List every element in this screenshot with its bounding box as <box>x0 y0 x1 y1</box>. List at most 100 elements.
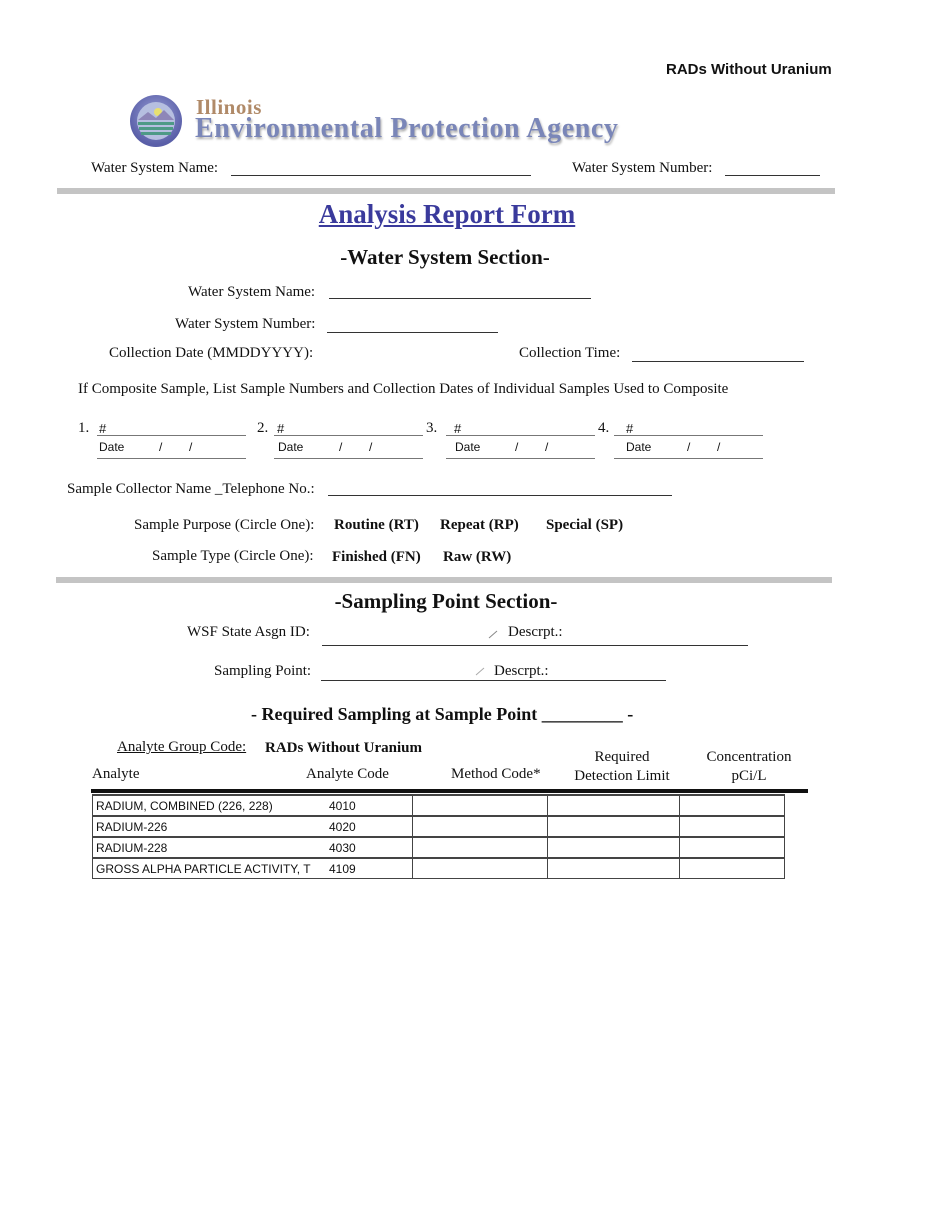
sample-number-field[interactable] <box>274 435 423 436</box>
column-header-analyte-code: Analyte Code <box>306 766 389 782</box>
column-header-concentration-l2: pCi/L <box>731 768 767 784</box>
collection-date-label: Collection Date (MMDDYYYY): <box>109 345 314 361</box>
method-code-cell[interactable] <box>412 836 548 859</box>
wsf-descrpt-label: Descrpt.: <box>508 624 563 640</box>
date-separator: / <box>159 440 163 454</box>
method-code-cell[interactable] <box>412 815 548 838</box>
section-divider <box>57 188 835 194</box>
date-separator: / <box>717 440 721 454</box>
method-code-cell[interactable] <box>412 794 548 817</box>
column-header-concentration-l1: Concentration <box>706 749 792 765</box>
column-header-analyte: Analyte <box>92 766 140 782</box>
composite-number: 4. <box>598 420 610 436</box>
composite-number: 3. <box>426 420 438 436</box>
sample-date-field[interactable] <box>274 458 423 459</box>
method-code-cell[interactable] <box>412 857 548 879</box>
date-separator: / <box>687 440 691 454</box>
collector-label: Sample Collector Name _Telephone No.: <box>67 481 315 497</box>
concentration-cell[interactable] <box>679 794 785 817</box>
collection-time-field[interactable] <box>632 361 804 362</box>
detection-limit-cell[interactable] <box>547 836 680 859</box>
slash-mark-icon <box>488 630 498 639</box>
analyte-table: RADIUM, COMBINED (226, 228) 4010 RADIUM-… <box>92 794 785 879</box>
sample-number-field[interactable] <box>97 435 246 436</box>
form-variant-title: RADs Without Uranium <box>666 61 832 78</box>
column-header-required-l2: Detection Limit <box>574 768 670 784</box>
purpose-option-special[interactable]: Special (SP) <box>546 517 623 534</box>
logo-agency-text: Environmental Protection Agency <box>195 113 619 144</box>
sample-type-label: Sample Type (Circle One): <box>152 548 314 564</box>
composite-number: 2. <box>257 420 269 436</box>
collector-field[interactable] <box>328 495 672 496</box>
table-row: GROSS ALPHA PARTICLE ACTIVITY, T 4109 <box>92 857 785 879</box>
water-system-number-field[interactable] <box>327 332 498 333</box>
table-header-rule <box>91 789 808 793</box>
sample-date-field[interactable] <box>97 458 246 459</box>
wsf-state-id-label: WSF State Asgn ID: <box>187 624 310 640</box>
sample-purpose-label: Sample Purpose (Circle One): <box>134 517 315 533</box>
date-label: Date <box>99 440 125 454</box>
purpose-option-repeat[interactable]: Repeat (RP) <box>440 517 519 534</box>
section-divider <box>56 577 832 583</box>
date-separator: / <box>189 440 193 454</box>
analyte-name: RADIUM, COMBINED (226, 228) <box>92 794 323 817</box>
header-water-system-number-field[interactable] <box>725 175 820 176</box>
sample-number-field[interactable] <box>446 435 595 436</box>
date-label: Date <box>455 440 481 454</box>
date-separator: / <box>545 440 549 454</box>
composite-number: 1. <box>78 420 90 436</box>
detection-limit-cell[interactable] <box>547 857 680 879</box>
sample-hash: # <box>454 421 462 436</box>
wsf-state-id-field[interactable] <box>322 645 748 646</box>
sample-hash: # <box>626 421 634 436</box>
sampling-point-section-title: -Sampling Point Section- <box>334 589 558 613</box>
sample-number-field[interactable] <box>614 435 763 436</box>
header-water-system-name-field[interactable] <box>231 175 531 176</box>
analyte-code: 4109 <box>323 857 413 879</box>
sampling-point-label: Sampling Point: <box>214 663 312 679</box>
header-water-system-name-label: Water System Name: <box>91 160 219 176</box>
concentration-cell[interactable] <box>679 815 785 838</box>
concentration-cell[interactable] <box>679 836 785 859</box>
analyte-group-code-label: Analyte Group Code: <box>117 739 247 755</box>
sample-date-field[interactable] <box>446 458 595 459</box>
analyte-group-code-value: RADs Without Uranium <box>265 740 422 756</box>
sample-hash: # <box>99 421 107 436</box>
sample-date-field[interactable] <box>614 458 763 459</box>
water-system-section-title: -Water System Section- <box>340 245 550 269</box>
type-option-finished[interactable]: Finished (FN) <box>332 549 421 566</box>
date-label: Date <box>278 440 304 454</box>
analyte-name: RADIUM-226 <box>92 815 323 838</box>
sampling-point-descrpt-label: Descrpt.: <box>494 663 549 679</box>
table-row: RADIUM-228 4030 <box>92 836 785 859</box>
table-row: RADIUM, COMBINED (226, 228) 4010 <box>92 794 785 817</box>
epa-emblem-icon <box>130 95 182 147</box>
water-system-number-label: Water System Number: <box>175 316 316 332</box>
type-option-raw[interactable]: Raw (RW) <box>443 549 511 566</box>
concentration-cell[interactable] <box>679 857 785 879</box>
composite-instruction: If Composite Sample, List Sample Numbers… <box>78 381 729 397</box>
form-title: Analysis Report Form <box>318 199 576 229</box>
date-separator: / <box>515 440 519 454</box>
slash-mark-icon <box>475 667 485 676</box>
date-separator: / <box>339 440 343 454</box>
detection-limit-cell[interactable] <box>547 815 680 838</box>
column-header-method-code: Method Code* <box>451 766 541 782</box>
column-header-required-l1: Required <box>594 749 650 765</box>
analyte-name: GROSS ALPHA PARTICLE ACTIVITY, T <box>92 857 323 879</box>
analyte-code: 4010 <box>323 794 413 817</box>
date-separator: / <box>369 440 373 454</box>
sample-hash: # <box>277 421 285 436</box>
analyte-code: 4030 <box>323 836 413 859</box>
date-label: Date <box>626 440 652 454</box>
water-system-name-label: Water System Name: <box>188 284 316 300</box>
required-sampling-title: - Required Sampling at Sample Point ____… <box>251 704 634 724</box>
analyte-code: 4020 <box>323 815 413 838</box>
water-system-name-field[interactable] <box>329 298 591 299</box>
purpose-option-routine[interactable]: Routine (RT) <box>334 517 419 534</box>
collection-time-label: Collection Time: <box>519 345 621 361</box>
table-row: RADIUM-226 4020 <box>92 815 785 838</box>
sampling-point-field[interactable] <box>321 680 666 681</box>
analyte-name: RADIUM-228 <box>92 836 323 859</box>
detection-limit-cell[interactable] <box>547 794 680 817</box>
